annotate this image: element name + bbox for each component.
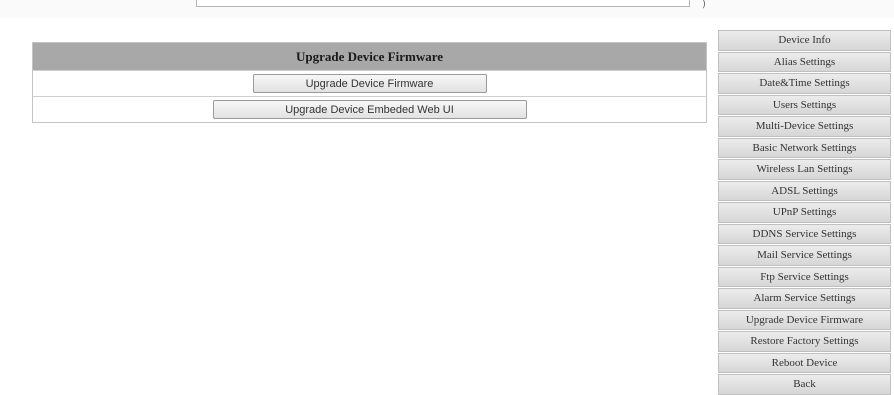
sidebar-item-alarm-service-settings[interactable]: Alarm Service Settings: [718, 288, 891, 309]
sidebar-menu: Device Info Alias Settings Date&Time Set…: [718, 30, 891, 395]
upgrade-firmware-button[interactable]: Upgrade Device Firmware: [252, 74, 487, 93]
upgrade-webui-row: Upgrade Device Embeded Web UI: [33, 96, 706, 122]
sidebar-item-datetime-settings[interactable]: Date&Time Settings: [718, 73, 891, 94]
sidebar-item-users-settings[interactable]: Users Settings: [718, 94, 891, 115]
sidebar-item-upnp-settings[interactable]: UPnP Settings: [718, 202, 891, 223]
sidebar-item-mail-service-settings[interactable]: Mail Service Settings: [718, 245, 891, 266]
top-corner-mark: ): [702, 0, 706, 10]
sidebar-item-alias-settings[interactable]: Alias Settings: [718, 51, 891, 72]
upgrade-firmware-row: Upgrade Device Firmware: [33, 70, 706, 96]
sidebar-item-basic-network-settings[interactable]: Basic Network Settings: [718, 137, 891, 158]
panel-title: Upgrade Device Firmware: [33, 43, 706, 70]
top-frame-bar: [196, 0, 690, 7]
sidebar-item-multi-device-settings[interactable]: Multi-Device Settings: [718, 116, 891, 137]
sidebar-item-ddns-service-settings[interactable]: DDNS Service Settings: [718, 223, 891, 244]
upgrade-web-ui-button[interactable]: Upgrade Device Embeded Web UI: [212, 100, 527, 119]
upgrade-panel: Upgrade Device Firmware Upgrade Device F…: [32, 42, 707, 123]
sidebar-item-reboot-device[interactable]: Reboot Device: [718, 352, 891, 373]
sidebar-item-back[interactable]: Back: [718, 374, 891, 395]
sidebar-item-wireless-lan-settings[interactable]: Wireless Lan Settings: [718, 159, 891, 180]
sidebar-item-adsl-settings[interactable]: ADSL Settings: [718, 180, 891, 201]
sidebar-item-upgrade-device-firmware[interactable]: Upgrade Device Firmware: [718, 309, 891, 330]
sidebar-item-restore-factory-settings[interactable]: Restore Factory Settings: [718, 331, 891, 352]
sidebar-item-ftp-service-settings[interactable]: Ftp Service Settings: [718, 266, 891, 287]
sidebar-item-device-info[interactable]: Device Info: [718, 30, 891, 51]
